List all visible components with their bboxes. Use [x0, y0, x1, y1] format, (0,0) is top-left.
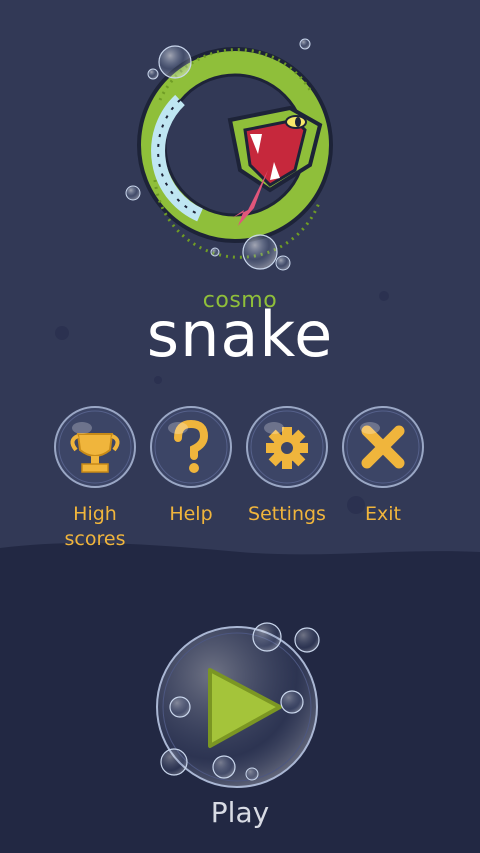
exit-button[interactable] — [340, 404, 426, 490]
high-scores-label-line2: scores — [64, 528, 126, 550]
play-label: Play — [210, 796, 270, 829]
gear-icon — [246, 406, 328, 488]
high-scores-label-line1: High — [73, 503, 117, 525]
trophy-icon — [54, 406, 136, 488]
play-button[interactable] — [152, 622, 322, 792]
settings-label: Settings — [248, 503, 326, 525]
snake-logo — [125, 38, 333, 271]
main-menu-screen: cosmo snake High scores Help Settings Ex… — [0, 0, 480, 853]
high-scores-label: High scores — [40, 502, 150, 552]
exit-label: Exit — [365, 503, 401, 525]
help-label: Help — [169, 503, 213, 525]
x-icon — [342, 406, 424, 488]
play-icon — [156, 622, 320, 788]
high-scores-button[interactable] — [52, 404, 138, 490]
game-title-big: snake — [146, 298, 334, 371]
help-button[interactable] — [148, 404, 234, 490]
settings-button[interactable] — [244, 404, 330, 490]
question-icon — [150, 406, 232, 488]
